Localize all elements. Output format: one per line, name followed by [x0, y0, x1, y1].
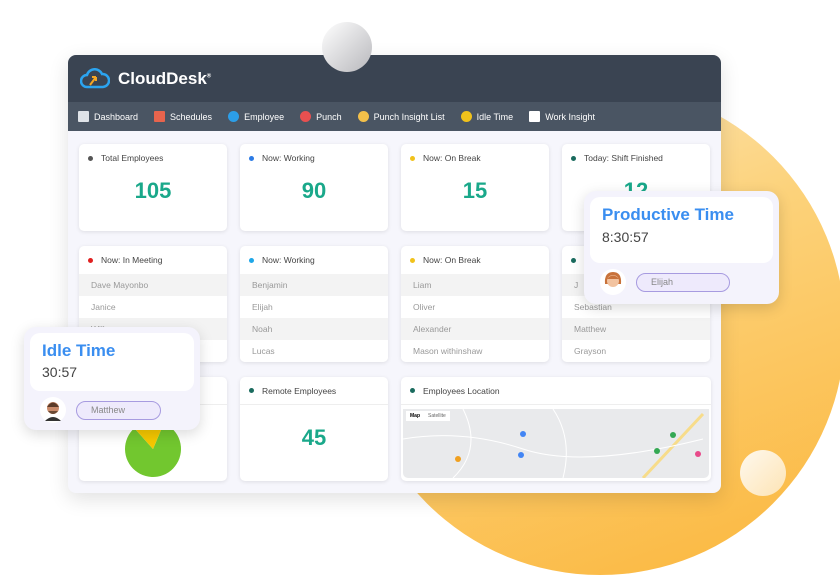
- stat-value: 15: [462, 178, 488, 203]
- status-list-card: Now: On Break Liam Oliver Alexander Mason wi…: [401, 246, 549, 362]
- employee-icon: [228, 111, 240, 122]
- productive-time-title: Productive Time: [602, 205, 734, 224]
- card-title: Now: In Meeting: [101, 255, 163, 265]
- map[interactable]: Map Satellite: [402, 408, 709, 480]
- dashboard-icon: [78, 111, 89, 122]
- nav-item-dashboard[interactable]: Dashboard: [78, 111, 138, 122]
- user-pill: Matthew: [76, 400, 161, 420]
- nav-label: Work Insight: [545, 111, 596, 122]
- app-header: CloudDesk®: [68, 55, 721, 102]
- nav-item-work-insight[interactable]: Work Insight: [529, 111, 595, 122]
- idle-time-title: Idle Time: [42, 341, 116, 360]
- status-dot: [410, 257, 415, 263]
- card-title: Now: On Break: [423, 153, 481, 163]
- map-type-control: Map Satellite: [406, 411, 450, 421]
- card-title: Now: Working: [262, 255, 315, 265]
- list-item[interactable]: Lucas: [240, 340, 388, 362]
- nav-label: Idle Time: [476, 111, 514, 122]
- remote-count: 45: [301, 425, 327, 450]
- productive-time-value: 8:30:57: [602, 229, 649, 245]
- avatar: [600, 269, 626, 295]
- decorative-ball: [740, 450, 786, 496]
- nav-item-schedules[interactable]: Schedules: [154, 111, 212, 122]
- productive-time-card: Productive Time 8:30:57 Elijah: [584, 191, 779, 304]
- card-title: Now: Working: [262, 153, 315, 163]
- list-item[interactable]: Oliver: [401, 296, 549, 318]
- nav-label: Employee: [244, 111, 285, 122]
- punch-icon: [300, 111, 312, 122]
- nav-item-employee[interactable]: Employee: [228, 111, 284, 122]
- nav-label: Punch: [316, 111, 342, 122]
- stat-card: Now: On Break 15: [401, 144, 549, 231]
- nav-item-idle-time[interactable]: Idle Time: [460, 111, 514, 122]
- idle-time-value: 30:57: [42, 364, 78, 380]
- status-dot: [249, 388, 254, 393]
- list-item[interactable]: Noah: [240, 318, 388, 340]
- card-title: Today: Shift Finished: [584, 153, 663, 163]
- list-item[interactable]: Alexander: [401, 318, 549, 340]
- status-dot: [410, 155, 415, 161]
- card-title: Remote Employees: [262, 385, 337, 396]
- nav-bar: Dashboard Schedules Employee Punch Punch Ins…: [68, 102, 721, 131]
- brand-name: CloudDesk®: [118, 68, 212, 88]
- list-item[interactable]: Liam: [401, 274, 549, 296]
- stat-value: 90: [301, 178, 327, 203]
- list-item[interactable]: Mason withinshaw: [401, 340, 549, 362]
- idle-time-card: Idle Time 30:57 Matthew: [24, 327, 200, 430]
- stat-value: 105: [134, 178, 172, 203]
- nav-label: Punch Insight List: [373, 111, 445, 122]
- status-dot: [249, 155, 254, 161]
- decorative-ball: [322, 22, 372, 72]
- calendar-icon: [154, 111, 166, 122]
- card-title: Total Employees: [101, 153, 164, 163]
- satellite-tab[interactable]: Satellite: [424, 411, 450, 421]
- map-tab[interactable]: Map: [406, 411, 424, 421]
- list-item[interactable]: Dave Mayonbo: [79, 274, 227, 296]
- list-item[interactable]: Janice: [79, 296, 227, 318]
- list-item[interactable]: Elijah: [240, 296, 388, 318]
- star-icon: [460, 111, 472, 122]
- status-list-card: Now: Working Benjamin Elijah Noah Lucas: [240, 246, 388, 362]
- nav-item-punch-insight-list[interactable]: Punch Insight List: [357, 111, 445, 122]
- list-item[interactable]: Benjamin: [240, 274, 388, 296]
- employees-location-card: Employees Location Map Satellite: [401, 377, 711, 481]
- card-title: Employees Location: [423, 385, 500, 396]
- status-dot: [571, 257, 576, 263]
- status-dot: [249, 257, 254, 263]
- list-item[interactable]: Matthew: [562, 318, 710, 340]
- list-item[interactable]: Grayson: [562, 340, 710, 362]
- document-icon: [529, 111, 541, 122]
- remote-employees-card: Remote Employees 45: [240, 377, 388, 481]
- card-title: Now: On Break: [423, 255, 481, 265]
- stat-card: Now: Working 90: [240, 144, 388, 231]
- nav-label: Dashboard: [94, 111, 139, 122]
- user-pill: Elijah: [636, 272, 730, 292]
- avatar: [40, 397, 66, 423]
- stat-card: Total Employees 105: [79, 144, 227, 231]
- punch-insight-icon: [357, 111, 369, 122]
- status-dot: [410, 388, 415, 393]
- status-dot: [571, 155, 576, 161]
- nav-item-punch[interactable]: Punch: [300, 111, 342, 122]
- status-dot: [88, 155, 93, 161]
- cloud-logo-icon: [80, 67, 110, 88]
- status-dot: [88, 257, 93, 263]
- nav-label: Schedules: [170, 111, 213, 122]
